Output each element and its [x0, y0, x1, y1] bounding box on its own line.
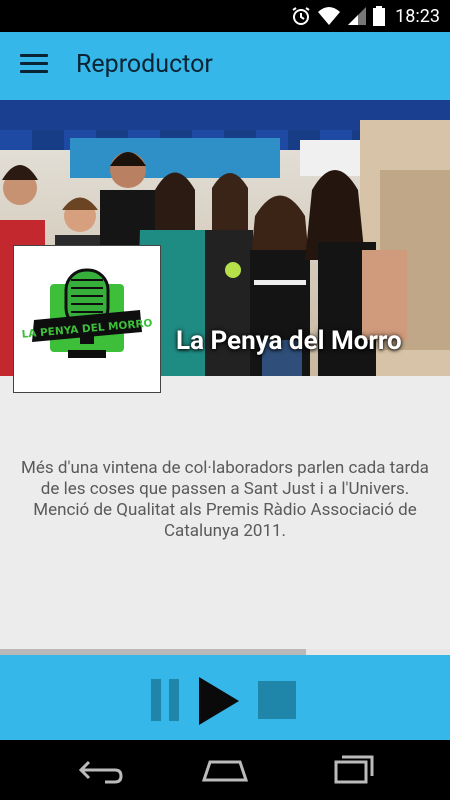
status-icons: 18:23: [291, 5, 440, 27]
pause-button[interactable]: [151, 679, 181, 721]
page-title: Reproductor: [76, 50, 213, 79]
program-logo: LA PENYA DEL MORRO: [13, 245, 161, 393]
microphone-logo-icon: LA PENYA DEL MORRO: [21, 268, 153, 358]
wifi-icon: [318, 7, 341, 25]
home-button[interactable]: [200, 752, 250, 788]
battery-icon: [373, 6, 386, 26]
stop-button[interactable]: [258, 681, 296, 719]
status-bar: 18:23: [0, 0, 450, 32]
program-title: La Penya del Morro: [176, 326, 402, 356]
player-controls: [0, 655, 450, 740]
play-icon: [199, 677, 239, 725]
program-description: Més d'una vintena de col·laboradors parl…: [21, 458, 429, 541]
status-time: 18:23: [395, 5, 440, 27]
system-navigation-bar: [0, 740, 450, 800]
play-button[interactable]: [197, 675, 241, 727]
menu-icon: [20, 54, 48, 57]
alarm-icon: [292, 7, 310, 25]
pause-icon: [151, 679, 161, 721]
recent-apps-button[interactable]: [326, 752, 376, 788]
app-bar: Reproductor: [0, 32, 450, 100]
menu-button[interactable]: [20, 54, 48, 76]
back-button[interactable]: [75, 752, 125, 788]
signal-icon: [348, 7, 367, 25]
